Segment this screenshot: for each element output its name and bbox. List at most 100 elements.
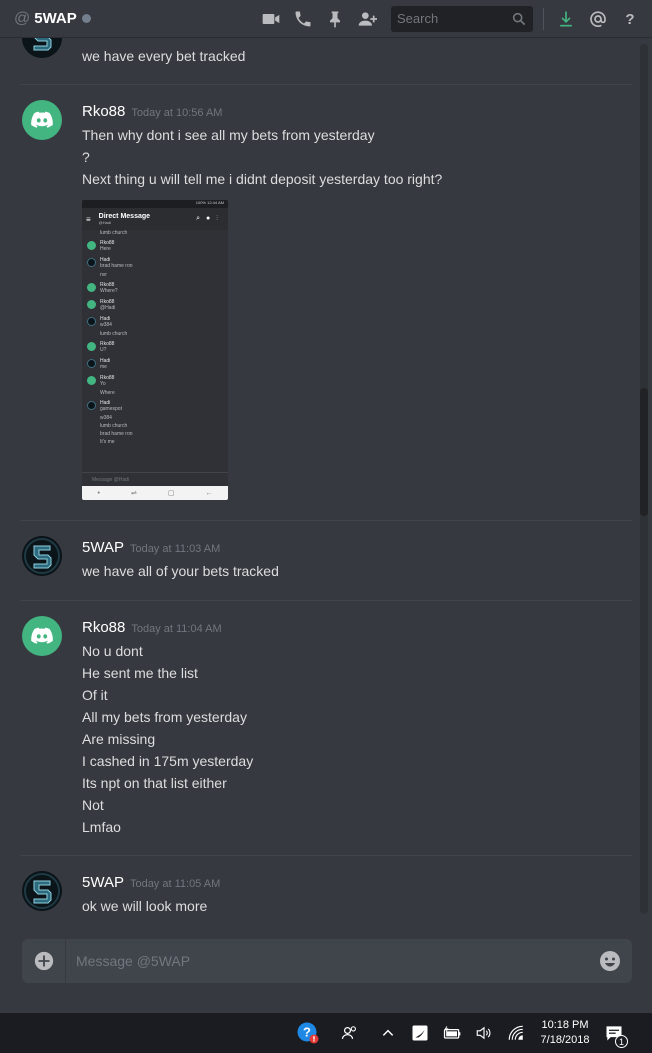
status-dot: [81, 14, 91, 23]
embed-avatar: [87, 258, 96, 267]
embed-subtitle: @Hadi: [98, 220, 111, 225]
embed-title: Direct Message: [98, 213, 151, 220]
message-input[interactable]: [66, 953, 588, 969]
app-icon[interactable]: [404, 1013, 436, 1053]
avatar[interactable]: [22, 536, 62, 576]
username[interactable]: 5WAP Today at 11:05 AM: [82, 874, 220, 891]
embed-avatar: [87, 241, 96, 250]
voice-call-icon[interactable]: [293, 9, 313, 29]
discord-dm-window: @ 5WAP ?: [0, 0, 652, 1053]
discord-logo-icon: [31, 111, 53, 128]
message-line: All my bets from yesterday: [82, 709, 247, 725]
username[interactable]: Rko88 Today at 11:04 AM: [82, 619, 222, 636]
search-icon: [512, 12, 526, 25]
scrollbar-thumb[interactable]: [640, 388, 648, 516]
author-name[interactable]: 5WAP: [82, 539, 124, 556]
embed-message-input: Message @Hadi: [82, 472, 228, 486]
embed-row: Rko88 @Hadi: [82, 297, 228, 314]
username[interactable]: Rko88 Today at 10:56 AM: [82, 103, 222, 120]
message-line: we have every bet tracked: [82, 48, 246, 64]
embed-status-bar: 100% 12:44 AM: [82, 200, 228, 208]
embed-row: brad hame ron: [82, 431, 228, 439]
author-name[interactable]: Rko88: [82, 103, 125, 120]
header-divider: [543, 7, 544, 30]
timestamp: Today at 10:56 AM: [131, 107, 223, 119]
embed-row: It's me: [82, 439, 228, 447]
video-call-icon[interactable]: [261, 9, 281, 29]
embed-avatar: [87, 401, 96, 410]
embed-row: lumb church: [82, 423, 228, 431]
avatar[interactable]: [22, 100, 62, 140]
embed-row: Rko88 Where?: [82, 280, 228, 297]
embed-row: Hadi gamespot: [82, 398, 228, 415]
embed-header: ≡ Direct Message @Hadi ⌕●⋮: [82, 208, 228, 230]
search-bar[interactable]: [391, 5, 533, 32]
author-name[interactable]: 5WAP: [82, 874, 124, 891]
embed-row: Hadi brad hame ron: [82, 255, 228, 272]
embed-row: nvr: [82, 272, 228, 280]
message-divider: [20, 520, 632, 521]
embed-text: lumb church: [100, 230, 128, 236]
pin-icon[interactable]: [325, 9, 345, 29]
avatar[interactable]: [22, 871, 62, 911]
5wap-logo-icon: [22, 38, 62, 58]
embed-text: Where: [100, 390, 115, 396]
message-line: ok we will look more: [82, 898, 208, 914]
message-line: Are missing: [82, 731, 156, 747]
taskbar-clock[interactable]: 10:18 PM 7/18/2018: [532, 1018, 598, 1048]
add-friend-icon[interactable]: [357, 9, 377, 29]
embed-text: w384: [100, 322, 112, 328]
avatar[interactable]: [22, 38, 62, 58]
embed-author: Hadi: [100, 316, 111, 322]
embed-text: Here: [100, 246, 111, 252]
chevron-up-icon[interactable]: [372, 1013, 404, 1053]
mention-icon[interactable]: [588, 9, 608, 29]
embed-author: Hadi: [100, 358, 111, 364]
embed-text: brad hame ron: [100, 263, 133, 269]
embed-text: Yo: [100, 381, 106, 387]
people-icon[interactable]: [334, 1013, 366, 1053]
embed-row: lumb church: [82, 230, 228, 238]
embed-author: Rko88: [100, 282, 115, 288]
embed-text: w384: [100, 415, 112, 421]
notification-icon[interactable]: 1: [598, 1013, 630, 1053]
svg-text:?: ?: [625, 11, 634, 28]
emoji-icon: [600, 951, 620, 971]
author-name[interactable]: Rko88: [82, 619, 125, 636]
add-circle-icon: [34, 951, 53, 971]
avatar[interactable]: [22, 616, 62, 656]
wifi-icon[interactable]: [500, 1013, 532, 1053]
embed-text: @Hadi: [100, 305, 116, 311]
embed-row: Rko88 U?: [82, 339, 228, 356]
embed-row: Rko88 Yo: [82, 373, 228, 390]
image-attachment[interactable]: 100% 12:44 AM ≡ Direct Message @Hadi ⌕●⋮…: [82, 200, 228, 500]
embed-avatar: [87, 283, 96, 292]
volume-icon[interactable]: [468, 1013, 500, 1053]
embed-text: nvr: [100, 272, 107, 278]
help-icon[interactable]: ?: [620, 9, 640, 29]
clock-date: 7/18/2018: [540, 1034, 590, 1046]
search-input[interactable]: [397, 11, 507, 26]
download-icon[interactable]: [556, 9, 576, 29]
embed-text: U?: [100, 347, 107, 353]
message-line: Its npt on that list either: [82, 775, 227, 791]
help-icon[interactable]: ?: [292, 1013, 324, 1053]
embed-text: gamespot: [100, 406, 122, 412]
battery-icon[interactable]: [436, 1013, 468, 1053]
embed-header-icons: ⌕●⋮: [196, 215, 224, 222]
embed-author: Rko88: [100, 299, 115, 305]
embed-row: Rko88 Here: [82, 238, 228, 255]
upload-button[interactable]: [22, 939, 66, 983]
username[interactable]: 5WAP Today at 11:03 AM: [82, 539, 220, 556]
embed-author: Hadi: [100, 400, 111, 406]
emoji-button[interactable]: [588, 939, 632, 983]
embed-author: Rko88: [100, 240, 115, 246]
message-list[interactable]: we have every bet tracked Rko88 Today at …: [0, 38, 640, 918]
embed-avatar: [87, 376, 96, 385]
embed-row: Where: [82, 390, 228, 398]
message-line: He sent me the list: [82, 665, 198, 681]
embed-row: w384: [82, 415, 228, 423]
embed-avatar: [87, 300, 96, 309]
timestamp: Today at 11:05 AM: [129, 878, 221, 890]
svg-text:?: ?: [303, 1025, 311, 1040]
